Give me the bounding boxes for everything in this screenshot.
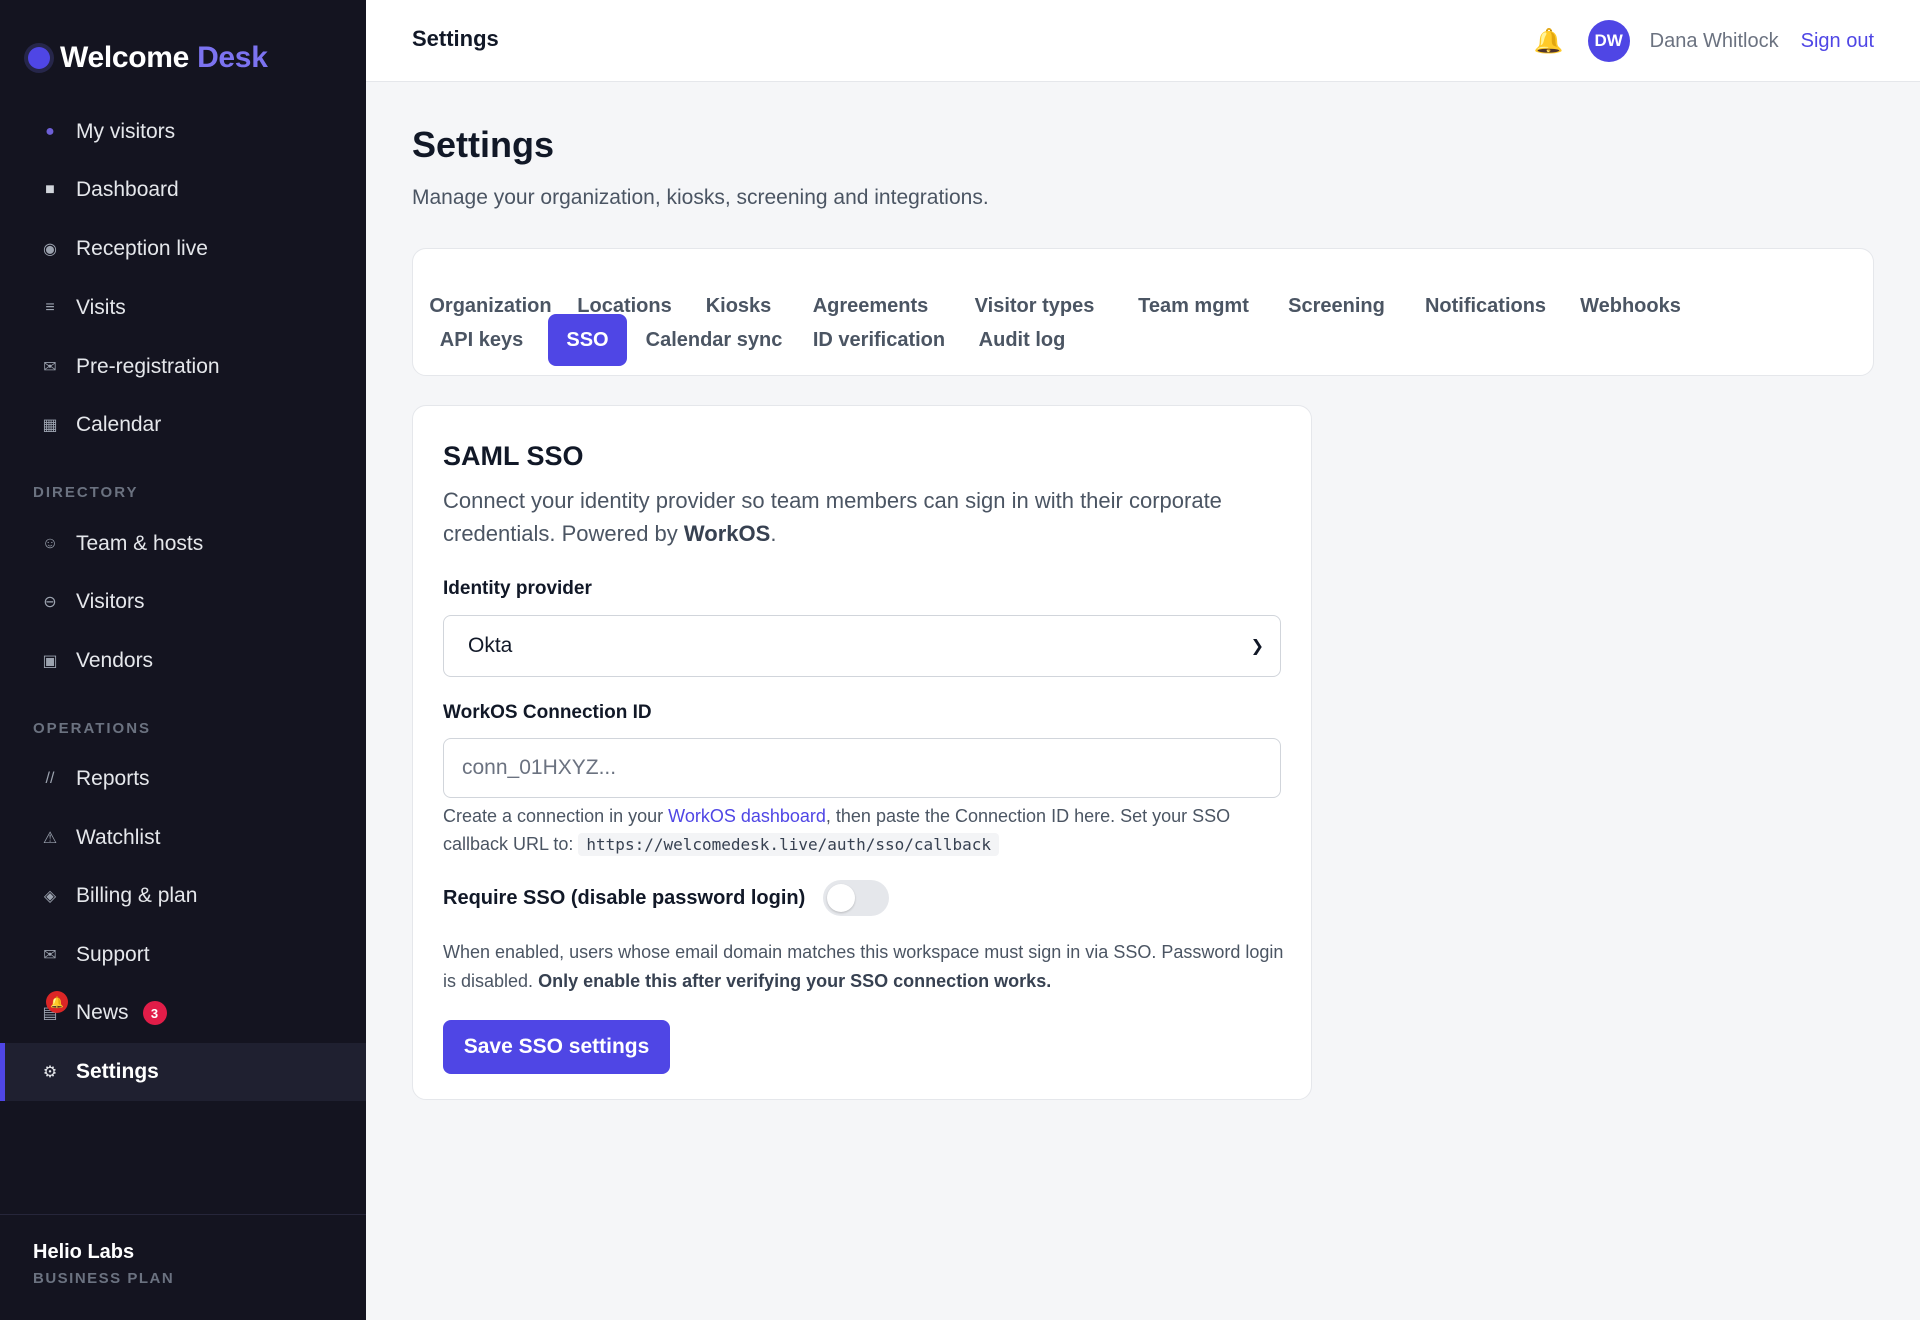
workos-brand: WorkOS xyxy=(683,521,771,546)
callback-url: https://welcomedesk.live/auth/sso/callba… xyxy=(578,833,999,856)
user-name: Dana Whitlock xyxy=(1649,29,1779,52)
sidebar-item-label: Billing & plan xyxy=(76,884,198,907)
sidebar-item-dashboard[interactable]: ■ Dashboard xyxy=(0,161,366,219)
square-icon: ■ xyxy=(45,181,55,198)
topbar-title: Settings xyxy=(412,26,499,51)
require-sso-note: When enabled, users whose email domain m… xyxy=(443,942,1284,991)
sidebar-item-label: Watchlist xyxy=(76,826,161,849)
radio-icon: ◉ xyxy=(43,241,57,258)
sidebar-item-visits[interactable]: ≡ Visits xyxy=(0,279,366,337)
sidebar-item-support[interactable]: ✉ Support xyxy=(0,926,366,984)
topbar: Settings 🔔 DW Dana Whitlock Sign out xyxy=(366,0,1920,82)
bell-icon[interactable]: 🔔 xyxy=(1534,27,1564,56)
tab-webhooks[interactable]: Webhooks xyxy=(1569,280,1692,332)
bell-icon: 🔔 xyxy=(46,991,68,1013)
user-area: 🔔 DW Dana Whitlock Sign out xyxy=(1534,19,1874,63)
connection-help-text: Create a connection in your WorkOS dashb… xyxy=(443,806,1231,856)
sidebar-item-label: Settings xyxy=(76,1060,159,1083)
smiley-icon: ☺ xyxy=(41,535,59,552)
envelope-icon: ✉ xyxy=(43,947,57,964)
workos-dashboard-link[interactable]: WorkOS dashboard xyxy=(668,806,826,826)
sidebar-item-team-hosts[interactable]: ☺ Team & hosts xyxy=(0,515,366,573)
plan-name: BUSINESS PLAN xyxy=(33,1270,175,1287)
section-heading-operations: OPERATIONS xyxy=(33,720,152,737)
identity-provider-select[interactable]: Okta ❯ xyxy=(443,615,1281,677)
diamond-icon: ◈ xyxy=(43,888,57,905)
sidebar-item-pre-registration[interactable]: ✉ Pre-registration xyxy=(0,338,366,396)
tab-audit-log[interactable]: Audit log xyxy=(963,314,1081,366)
chevron-down-icon: ❯ xyxy=(1250,638,1264,655)
sidebar-item-label: Calendar xyxy=(76,413,162,436)
tab-team-mgmt[interactable]: Team mgmt xyxy=(1121,280,1266,332)
sidebar-item-settings[interactable]: ⚙ Settings xyxy=(0,1043,366,1101)
sidebar-item-label: Support xyxy=(76,943,150,966)
tab-id-verification[interactable]: ID verification xyxy=(801,314,957,366)
sidebar-item-calendar[interactable]: ▦ Calendar xyxy=(0,396,366,454)
avatar[interactable]: DW xyxy=(1587,20,1630,62)
page-subtitle: Manage your organization, kiosks, screen… xyxy=(412,186,989,209)
card-description: Connect your identity provider so team m… xyxy=(443,488,1222,546)
tab-api-keys[interactable]: API keys xyxy=(421,314,542,366)
sign-out-link[interactable]: Sign out xyxy=(1801,30,1874,53)
sidebar-item-label: My visitors xyxy=(76,120,176,143)
connection-id-label: WorkOS Connection ID xyxy=(443,702,652,723)
require-sso-toggle[interactable] xyxy=(823,880,890,916)
tab-sso[interactable]: SSO xyxy=(548,314,627,366)
sidebar-item-reception-live[interactable]: ◉ Reception live xyxy=(0,220,366,278)
sidebar-item-watchlist[interactable]: ⚠ Watchlist xyxy=(0,809,366,867)
news-count-badge: 3 xyxy=(142,1001,167,1025)
identity-provider-label: Identity provider xyxy=(443,578,592,599)
envelope-icon: ✉ xyxy=(43,359,57,376)
org-name: Helio Labs xyxy=(33,1241,135,1263)
selected-provider: Okta xyxy=(468,634,513,657)
tab-screening[interactable]: Screening xyxy=(1271,280,1402,332)
sidebar-item-vendors[interactable]: ▣ Vendors xyxy=(0,632,366,690)
newspaper-icon: ▤ 🔔 xyxy=(40,991,68,1023)
sidebar-item-label: Vendors xyxy=(76,649,154,672)
brand-dot-icon xyxy=(28,47,50,69)
tab-notifications[interactable]: Notifications xyxy=(1407,280,1564,332)
require-sso-row: Require SSO (disable password login) xyxy=(443,880,890,916)
tab-calendar-sync[interactable]: Calendar sync xyxy=(633,314,795,366)
sidebar-item-my-visitors[interactable]: ● My visitors xyxy=(0,103,366,161)
gear-icon: ⚙ xyxy=(42,1064,58,1081)
sidebar-item-label: Dashboard xyxy=(76,178,179,201)
calendar-icon: ▦ xyxy=(42,417,58,434)
section-heading-directory: DIRECTORY xyxy=(33,484,139,501)
sidebar-item-news[interactable]: ▤ 🔔 News 3 xyxy=(0,984,366,1042)
save-sso-button[interactable]: Save SSO settings xyxy=(443,1020,670,1074)
list-icon: ≡ xyxy=(45,299,55,316)
sidebar-item-label: Visits xyxy=(76,296,126,319)
circle-icon: ⊖ xyxy=(43,594,57,611)
card-title: SAML SSO xyxy=(443,441,584,471)
sidebar-item-label: Visitors xyxy=(76,590,145,613)
brand-name: Welcome Desk xyxy=(60,41,268,74)
box-icon: ▣ xyxy=(42,653,58,670)
connection-id-placeholder: conn_01HXYZ... xyxy=(462,756,617,779)
require-sso-label: Require SSO (disable password login) xyxy=(443,886,806,909)
sidebar-item-reports[interactable]: // Reports xyxy=(0,750,366,808)
toggle-knob xyxy=(827,884,856,912)
settings-tabs: Organization Locations Kiosks Agreements… xyxy=(412,248,1874,376)
sidebar-item-visitors[interactable]: ⊖ Visitors xyxy=(0,573,366,631)
sidebar-item-label: Team & hosts xyxy=(76,532,204,555)
workspace-info: Helio Labs BUSINESS PLAN xyxy=(0,1214,366,1320)
sidebar-item-label: News xyxy=(76,1001,129,1024)
chart-icon: // xyxy=(45,770,55,787)
brand-logo[interactable]: Welcome Desk xyxy=(28,38,268,78)
sidebar-item-label: Pre-registration xyxy=(76,355,220,378)
sidebar-item-label: Reception live xyxy=(76,237,208,260)
connection-id-input[interactable]: conn_01HXYZ... xyxy=(443,738,1281,798)
page-title: Settings xyxy=(412,124,555,165)
person-icon: ● xyxy=(45,123,55,140)
sidebar: Welcome Desk ● My visitors ■ Dashboard ◉ … xyxy=(0,0,366,1320)
sidebar-item-label: Reports xyxy=(76,767,150,790)
warning-icon: ⚠ xyxy=(42,830,58,847)
sso-settings-card: SAML SSO Connect your identity provider … xyxy=(412,405,1312,1100)
sidebar-item-billing[interactable]: ◈ Billing & plan xyxy=(0,867,366,925)
